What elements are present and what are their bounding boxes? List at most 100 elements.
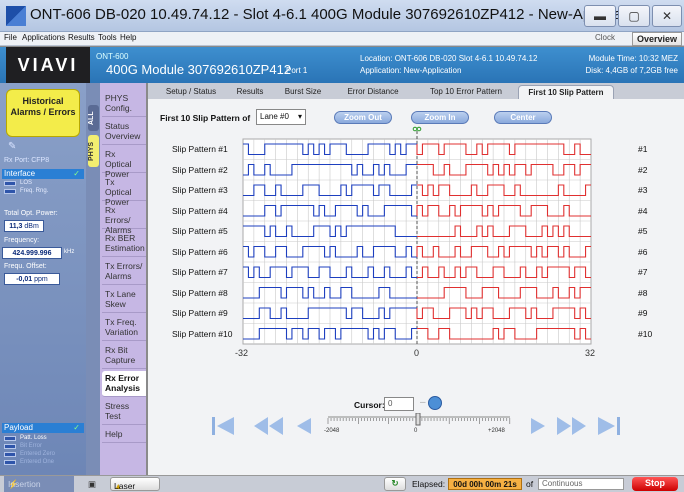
check-icon: ✓ — [73, 169, 80, 178]
slip-pattern-chart: Slip Pattern #1 #1 Slip Pattern #2 #2 Slip P… — [148, 125, 684, 383]
disk-space: Disk: 4,4GB of 7,2GB free — [585, 66, 678, 75]
module-header: VIAVI ONT-600 400G Module 307692610ZP412… — [0, 47, 684, 83]
freq-offset-value: -0,01 ppm — [4, 273, 60, 285]
menu-file[interactable]: File — [4, 33, 17, 42]
laser-button[interactable]: ▲ Laser — [110, 477, 160, 491]
patt-loss-indicator — [4, 436, 16, 441]
fast-back-icon[interactable] — [252, 413, 286, 439]
freq-offset-number: -0,01 — [16, 276, 33, 283]
slip-row-index: #8 — [638, 287, 648, 298]
step-forward-icon[interactable] — [528, 413, 548, 439]
menu-tools[interactable]: Tools — [98, 33, 117, 42]
overview-button[interactable]: Overview — [632, 32, 682, 46]
panel-icon[interactable]: ▣ — [88, 479, 96, 490]
step-back-icon[interactable] — [294, 413, 314, 439]
freq-offset-unit: ppm — [34, 276, 48, 283]
slider-thumb[interactable] — [415, 413, 421, 426]
module-status: Module Time: 10:32 MEZ Disk: 4,4GB of 7,… — [586, 53, 678, 77]
slip-row-index: #2 — [638, 164, 648, 175]
nav-tx-errors-alarms[interactable]: Tx Errors/ Alarms — [102, 259, 146, 285]
nav-rx-ber-estimation[interactable]: Rx BER Estimation — [102, 231, 146, 257]
menu-applications[interactable]: Applications — [22, 33, 65, 42]
slip-row-label: Slip Pattern #9 — [172, 308, 228, 319]
tab-results[interactable]: Results — [228, 85, 272, 99]
lane-select[interactable]: Lane #0 ▾ — [256, 109, 306, 125]
nav-tx-optical-power[interactable]: Tx Optical Power — [102, 175, 146, 207]
slider-mid-label: 0 — [414, 428, 418, 434]
port-label: Port 1 — [286, 66, 308, 75]
insertion-button[interactable]: ⚡ Insertion — [4, 476, 74, 492]
zoom-in-button[interactable]: Zoom In — [411, 111, 469, 124]
maximize-icon[interactable]: ▢ — [618, 5, 650, 27]
elapsed-time: 00d 00h 00m 21s — [448, 478, 522, 490]
center-button[interactable]: Center — [494, 111, 552, 124]
app-logo-icon — [6, 6, 26, 26]
title-bar: ONT-606 DB-020 10.49.74.12 - Slot 4-6.1 … — [0, 0, 684, 32]
slip-row-label: Slip Pattern #7 — [172, 267, 228, 278]
frequency-label: Frequency: — [4, 237, 40, 244]
tab-setup-status[interactable]: Setup / Status — [156, 85, 226, 99]
fast-forward-icon[interactable] — [554, 413, 588, 439]
tab-phys[interactable]: PHYS — [88, 135, 99, 167]
minimize-icon[interactable]: ▬ — [584, 5, 616, 27]
tab-top10-error-pattern[interactable]: Top 10 Error Pattern — [416, 85, 516, 99]
nav-stress-test[interactable]: Stress Test — [102, 399, 146, 425]
tab-burst-size[interactable]: Burst Size — [274, 85, 332, 99]
measurement-mode[interactable]: Continuous — [538, 478, 624, 490]
clock-button[interactable]: Clock — [595, 33, 615, 42]
nav-tx-lane-skew[interactable]: Tx Lane Skew — [102, 287, 146, 313]
marker-dot — [412, 126, 418, 132]
x-axis-tick-label: 32 — [585, 348, 596, 358]
slip-row-index: #9 — [638, 308, 648, 319]
location-text: Location: ONT-606 DB-020 Slot 4-6.1 10.4… — [360, 54, 538, 63]
module-label: 400G Module 307692610ZP412 — [106, 62, 292, 77]
zoom-out-button[interactable]: Zoom Out — [334, 111, 392, 124]
nav-rx-bit-capture[interactable]: Rx Bit Capture — [102, 343, 146, 369]
slip-row-label: Slip Pattern #4 — [172, 205, 228, 216]
total-power-unit: dBm — [24, 223, 39, 230]
last-icon[interactable] — [594, 413, 624, 439]
menu-help[interactable]: Help — [120, 33, 136, 42]
slip-row-index: #3 — [638, 185, 648, 196]
slider-max-label: +2048 — [488, 428, 505, 434]
slider-min-label: -2048 — [324, 428, 340, 434]
nav-tx-freq-variation[interactable]: Tx Freq. Variation — [102, 315, 146, 341]
cursor-go-icon[interactable] — [428, 396, 442, 410]
location-info: Location: ONT-606 DB-020 Slot 4-6.1 10.4… — [360, 53, 537, 77]
menu-results[interactable]: Results — [68, 33, 95, 42]
bit-error-label: Bit Error — [20, 443, 43, 449]
slip-row-label: Slip Pattern #2 — [172, 164, 228, 175]
slip-row-index: #4 — [638, 205, 648, 216]
refresh-icon[interactable]: ↻ — [384, 477, 406, 491]
eraser-icon[interactable]: ✎ — [8, 141, 16, 152]
bit-error-indicator — [4, 444, 16, 449]
nav-rx-error-analysis[interactable]: Rx Error Analysis — [102, 371, 146, 397]
nav-status-overview[interactable]: Status Overview — [102, 119, 146, 145]
marker-dot — [416, 126, 422, 132]
tab-first10-slip-pattern[interactable]: First 10 Slip Pattern — [518, 85, 614, 99]
payload-label: Payload — [4, 423, 33, 432]
slip-row-label: Slip Pattern #6 — [172, 246, 228, 257]
nav-rx-optical-power[interactable]: Rx Optical Power — [102, 147, 146, 179]
interface-label: Interface — [4, 169, 36, 178]
nav-rx-errors-alarms[interactable]: Rx Errors/ Alarms — [102, 203, 146, 235]
tab-error-distance[interactable]: Error Distance — [334, 85, 412, 99]
total-power-label: Total Opt. Power: — [4, 210, 58, 217]
nav-help[interactable]: Help — [102, 427, 146, 443]
stop-button[interactable]: Stop — [632, 477, 678, 491]
first-icon[interactable] — [208, 413, 238, 439]
result-tabs: Setup / Status Results Burst Size Error … — [148, 83, 684, 99]
close-icon[interactable]: ✕ — [652, 5, 682, 27]
check-icon: ✓ — [73, 423, 80, 432]
slip-row-index: #6 — [638, 246, 648, 257]
historical-alarms-button[interactable]: Historical Alarms / Errors — [6, 89, 80, 137]
nav-phys-config[interactable]: PHYS Config. — [102, 91, 146, 117]
position-slider[interactable] — [324, 413, 514, 435]
slip-pattern-svg — [242, 126, 592, 345]
cursor-input[interactable]: 0 — [384, 397, 414, 411]
slip-row-index: #10 — [638, 328, 653, 339]
tab-all[interactable]: ALL — [88, 105, 99, 131]
device-label: ONT-600 — [96, 52, 129, 61]
entered-zero-label: Entered Zero — [20, 451, 56, 457]
vertical-tab-strip: ALL PHYS — [86, 83, 100, 475]
